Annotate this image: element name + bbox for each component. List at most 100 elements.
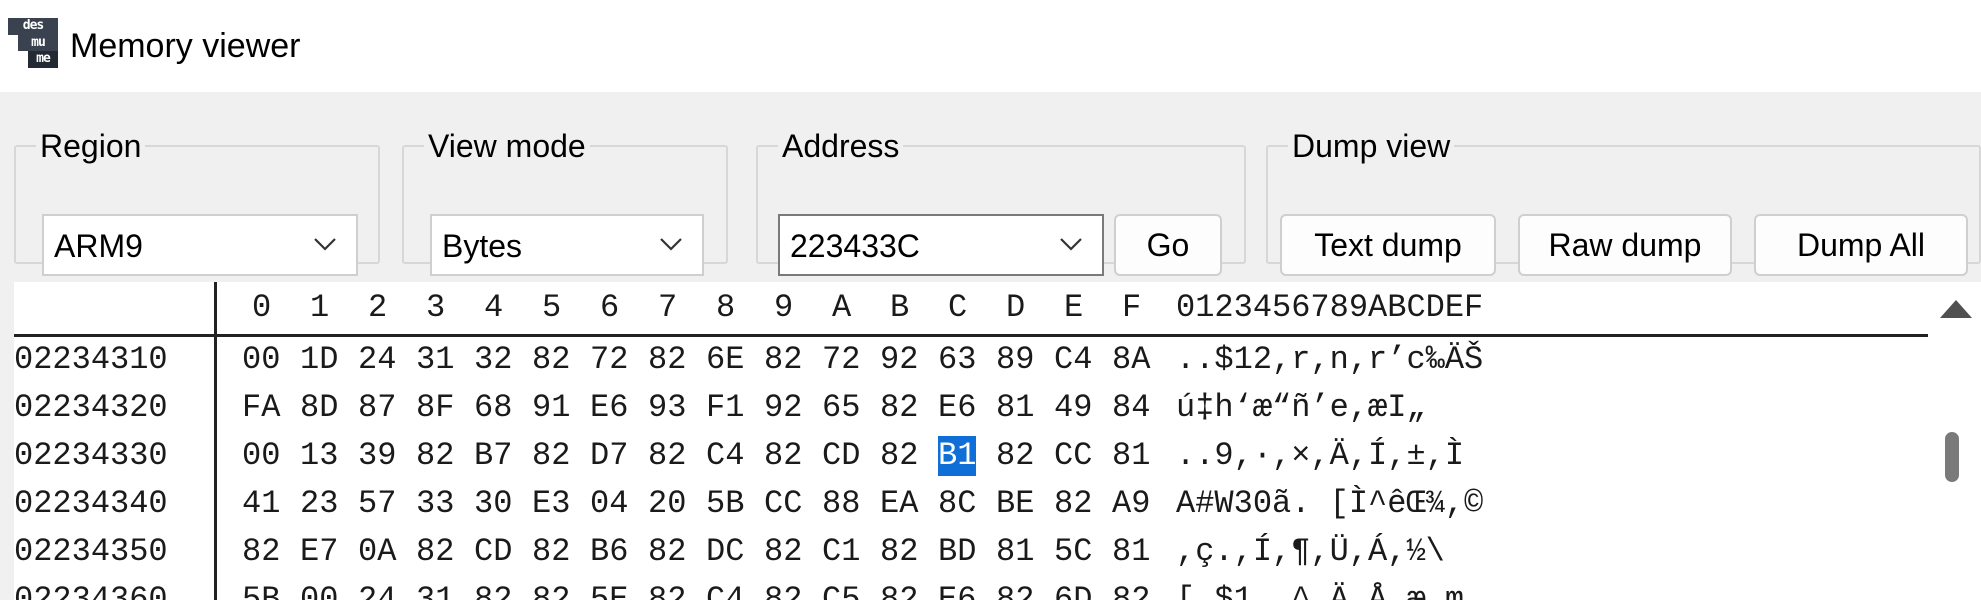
hex-byte-cell[interactable]: 68 (474, 388, 512, 428)
hex-byte-cell[interactable]: E6 (590, 388, 628, 428)
ascii-cell[interactable]: A#W30ã. [Ì^êŒ¾,© (1176, 484, 1483, 524)
hex-byte-cell[interactable]: 5E (590, 580, 628, 600)
go-button[interactable]: Go (1114, 214, 1222, 276)
hex-byte-cell[interactable]: 82 (880, 436, 918, 476)
hex-byte-cell[interactable]: 23 (300, 484, 338, 524)
hex-byte-cell[interactable]: B7 (474, 436, 512, 476)
hex-byte-cell[interactable]: C4 (1054, 340, 1092, 380)
hex-byte-cell[interactable]: 00 (242, 340, 280, 380)
hex-byte-cell[interactable]: A9 (1112, 484, 1150, 524)
hex-byte-cell[interactable]: C4 (706, 436, 744, 476)
hex-byte-cell[interactable]: 92 (764, 388, 802, 428)
hex-byte-cell[interactable]: 82 (764, 532, 802, 572)
hex-byte-cell[interactable]: E7 (300, 532, 338, 572)
hex-byte-cell[interactable]: 82 (1112, 580, 1150, 600)
hex-byte-cell[interactable]: E6 (938, 388, 976, 428)
chevron-down-icon[interactable] (1058, 230, 1084, 256)
hex-byte-cell[interactable]: 31 (416, 580, 454, 600)
hex-byte-cell[interactable]: CD (822, 436, 860, 476)
hex-byte-cell[interactable]: 82 (532, 340, 570, 380)
raw-dump-button[interactable]: Raw dump (1518, 214, 1732, 276)
hex-byte-cell[interactable]: 04 (590, 484, 628, 524)
ascii-cell[interactable]: ..$12,r,n,r’c‰ÄŠ (1176, 340, 1483, 380)
hex-byte-cell[interactable]: 82 (996, 580, 1034, 600)
hex-byte-cell[interactable]: 32 (474, 340, 512, 380)
hex-byte-cell[interactable]: 82 (648, 436, 686, 476)
hex-byte-cell[interactable]: 92 (880, 340, 918, 380)
hex-byte-cell[interactable]: 1D (300, 340, 338, 380)
hex-byte-cell[interactable]: 82 (474, 580, 512, 600)
scroll-thumb[interactable] (1945, 432, 1959, 482)
hex-byte-cell[interactable]: 87 (358, 388, 396, 428)
ascii-cell[interactable]: ..9,·,×,Ä,Í,±,Ì (1176, 436, 1464, 476)
hex-byte-cell[interactable]: E3 (532, 484, 570, 524)
address-input[interactable]: 223433C (778, 214, 1104, 276)
hex-byte-cell[interactable]: 8C (938, 484, 976, 524)
hex-byte-cell[interactable]: 82 (764, 436, 802, 476)
hex-byte-cell[interactable]: 30 (474, 484, 512, 524)
hex-byte-cell[interactable]: CD (474, 532, 512, 572)
region-select[interactable]: ARM9 (42, 214, 358, 276)
hex-byte-cell[interactable]: 82 (416, 436, 454, 476)
hex-byte-cell[interactable]: 6D (1054, 580, 1092, 600)
hex-byte-cell[interactable]: D7 (590, 436, 628, 476)
hex-byte-cell[interactable]: C5 (822, 580, 860, 600)
hex-byte-cell[interactable]: BE (996, 484, 1034, 524)
hex-byte-cell[interactable]: DC (706, 532, 744, 572)
hex-byte-cell[interactable]: 5B (242, 580, 280, 600)
hex-byte-cell[interactable]: 84 (1112, 388, 1150, 428)
hex-byte-cell[interactable]: 82 (648, 532, 686, 572)
hex-byte-cell[interactable]: 49 (1054, 388, 1092, 428)
hex-byte-cell[interactable]: B6 (590, 532, 628, 572)
hex-byte-cell[interactable]: 81 (996, 532, 1034, 572)
hex-byte-cell[interactable]: 82 (532, 532, 570, 572)
hex-byte-cell[interactable]: F1 (706, 388, 744, 428)
hex-byte-cell[interactable]: 82 (242, 532, 280, 572)
ascii-cell[interactable]: ,ç.,Í,¶,Ü,Á,½\ (1176, 532, 1445, 572)
scroll-up-arrow-icon[interactable] (1940, 300, 1972, 318)
hex-byte-cell[interactable]: 63 (938, 340, 976, 380)
hex-byte-cell[interactable]: C1 (822, 532, 860, 572)
hex-byte-cell[interactable]: 81 (1112, 436, 1150, 476)
hex-byte-cell[interactable]: 88 (822, 484, 860, 524)
view-mode-select[interactable]: Bytes (430, 214, 704, 276)
hex-byte-cell[interactable]: 82 (532, 580, 570, 600)
hex-view[interactable]: 0 1 2 3 4 5 6 7 8 9 A B C D E F 0123456789ABCDEF 0223431… (14, 282, 1928, 600)
hex-byte-cell[interactable]: 82 (880, 388, 918, 428)
hex-byte-cell[interactable]: 72 (590, 340, 628, 380)
hex-byte-cell[interactable]: 82 (996, 436, 1034, 476)
hex-byte-cell[interactable]: CC (764, 484, 802, 524)
hex-byte-cell[interactable]: B1 (938, 436, 977, 476)
hex-byte-cell[interactable]: 93 (648, 388, 686, 428)
ascii-cell[interactable]: ú‡h‘æ“ñ’e,æI„ (1176, 388, 1426, 428)
hex-byte-cell[interactable]: 8F (416, 388, 454, 428)
hex-byte-cell[interactable]: 91 (532, 388, 570, 428)
hex-byte-cell[interactable]: 82 (1054, 484, 1092, 524)
hex-byte-cell[interactable]: E6 (938, 580, 976, 600)
hex-byte-cell[interactable]: 65 (822, 388, 860, 428)
ascii-cell[interactable]: [.$1,,^,Ä,Å,æ,m, (1176, 580, 1483, 600)
hex-byte-cell[interactable]: 41 (242, 484, 280, 524)
hex-byte-cell[interactable]: 81 (1112, 532, 1150, 572)
hex-byte-cell[interactable]: 0A (358, 532, 396, 572)
hex-byte-cell[interactable]: 82 (532, 436, 570, 476)
hex-byte-cell[interactable]: 82 (648, 580, 686, 600)
hex-byte-cell[interactable]: 57 (358, 484, 396, 524)
hex-byte-cell[interactable]: 39 (358, 436, 396, 476)
hex-byte-cell[interactable]: 24 (358, 340, 396, 380)
hex-byte-cell[interactable]: 8D (300, 388, 338, 428)
hex-byte-cell[interactable]: 72 (822, 340, 860, 380)
hex-byte-cell[interactable]: CC (1054, 436, 1092, 476)
hex-byte-cell[interactable]: 82 (880, 580, 918, 600)
hex-byte-cell[interactable]: 24 (358, 580, 396, 600)
hex-byte-cell[interactable]: 8A (1112, 340, 1150, 380)
hex-byte-cell[interactable]: FA (242, 388, 280, 428)
hex-byte-cell[interactable]: C4 (706, 580, 744, 600)
hex-byte-cell[interactable]: 33 (416, 484, 454, 524)
hex-byte-cell[interactable]: 82 (764, 580, 802, 600)
hex-byte-cell[interactable]: 5B (706, 484, 744, 524)
hex-byte-cell[interactable]: BD (938, 532, 976, 572)
hex-byte-cell[interactable]: 89 (996, 340, 1034, 380)
hex-byte-cell[interactable]: 82 (416, 532, 454, 572)
text-dump-button[interactable]: Text dump (1280, 214, 1496, 276)
